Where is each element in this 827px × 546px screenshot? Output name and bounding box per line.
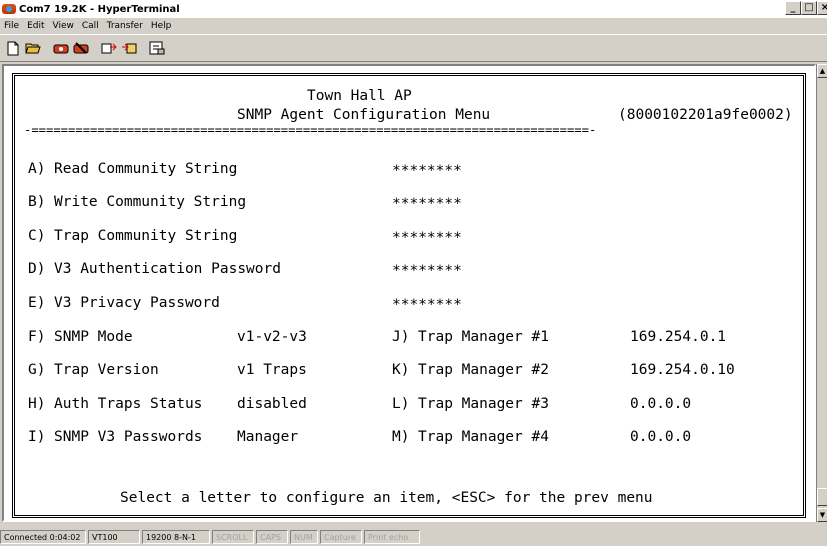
snmp-v3-passwords-value: Manager [237,429,299,445]
menu-option-key-e[interactable]: E) [28,295,45,311]
menu-option-key-h[interactable]: H) [28,396,45,412]
status-capture: Capture [320,530,362,544]
new-button[interactable] [3,38,23,58]
terminal-engine-id: (8000102201a9fe0002) [618,107,793,123]
menu-option-write-community[interactable]: Write Community String [54,194,246,210]
status-num: NUM [290,530,318,544]
terminal-footer-prompt: Select a letter to configure an item, <E… [120,490,653,506]
status-caps: CAPS [256,530,288,544]
terminal-device-name: Town Hall AP [307,88,412,104]
minimize-button[interactable]: _ [785,1,801,15]
snmp-mode-value: v1-v2-v3 [237,329,307,345]
hyperterminal-app-icon[interactable] [2,2,16,16]
terminal-window[interactable]: Town Hall AP SNMP Agent Configuration Me… [2,64,816,522]
send-button[interactable] [99,38,119,58]
menu-option-key-c[interactable]: C) [28,228,45,244]
open-icon [25,43,41,54]
menu-option-trap-manager-2[interactable]: Trap Manager #2 [418,362,549,378]
menu-option-snmp-v3-passwords[interactable]: SNMP V3 Passwords [54,429,202,445]
status-print-echo: Print echo [364,530,420,544]
trap-manager-2-value: 169.254.0.10 [630,362,735,378]
menu-option-key-i[interactable]: I) [28,429,45,445]
close-button[interactable]: × [817,1,827,15]
status-bar: Connected 0:04:02 VT100 19200 8-N-1 SCRO… [0,528,827,546]
menu-option-key-d[interactable]: D) [28,261,45,277]
menu-view[interactable]: View [49,21,78,31]
title-bar: Com7 19.2K - HyperTerminal _ □ × [0,0,827,18]
send-icon [101,43,117,54]
menu-option-v3-privacy-password[interactable]: V3 Privacy Password [54,295,220,311]
scroll-down-arrow-icon[interactable]: ▼ [817,508,827,522]
disconnect-icon [73,42,89,54]
menu-help[interactable]: Help [147,21,176,31]
menu-option-trap-version[interactable]: Trap Version [54,362,159,378]
trap-manager-1-value: 169.254.0.1 [630,329,727,345]
menu-option-trap-manager-3[interactable]: Trap Manager #3 [418,396,549,412]
receive-button[interactable] [119,38,139,58]
terminal-menu-title: SNMP Agent Configuration Menu [237,107,491,123]
menu-edit[interactable]: Edit [23,21,48,31]
menu-option-trap-manager-1[interactable]: Trap Manager #1 [418,329,549,345]
menu-option-snmp-mode[interactable]: SNMP Mode [54,329,133,345]
menu-option-v3-auth-password[interactable]: V3 Authentication Password [54,261,281,277]
window-title: Com7 19.2K - HyperTerminal [19,3,180,15]
menu-option-key-m[interactable]: M) [392,429,409,445]
menu-option-key-l[interactable]: L) [392,396,409,412]
connect-button[interactable] [51,38,71,58]
menu-transfer[interactable]: Transfer [103,21,147,31]
trap-community-value: ******** [392,230,462,246]
menu-option-key-k[interactable]: K) [392,362,409,378]
open-button[interactable] [23,38,43,58]
receive-icon [122,43,137,54]
terminal-divider: -=======================================… [24,123,597,137]
vertical-scrollbar[interactable]: ▲ ▼ [816,64,827,522]
status-connected-time: Connected 0:04:02 [0,530,86,544]
v3-privacy-password-value: ******** [392,297,462,313]
scrollbar-thumb[interactable] [817,488,827,506]
status-emulation: VT100 [88,530,140,544]
new-icon [7,41,19,55]
v3-auth-password-value: ******** [392,263,462,279]
status-port-settings: 19200 8-N-1 [142,530,210,544]
menu-file[interactable]: File [0,21,23,31]
disconnect-button[interactable] [71,38,91,58]
scroll-up-arrow-icon[interactable]: ▲ [817,64,827,78]
menu-option-key-a[interactable]: A) [28,161,45,177]
menu-option-auth-traps-status[interactable]: Auth Traps Status [54,396,202,412]
properties-button[interactable] [147,38,167,58]
menu-option-trap-community[interactable]: Trap Community String [54,228,237,244]
menu-option-key-b[interactable]: B) [28,194,45,210]
menu-option-key-g[interactable]: G) [28,362,45,378]
read-community-value: ******** [392,163,462,179]
menu-option-key-j[interactable]: J) [392,329,409,345]
menu-option-read-community[interactable]: Read Community String [54,161,237,177]
menu-bar: File Edit View Call Transfer Help [0,18,175,34]
status-scroll: SCROLL [212,530,254,544]
menu-option-key-f[interactable]: F) [28,329,45,345]
connect-icon [53,44,69,54]
menu-call[interactable]: Call [78,21,103,31]
write-community-value: ******** [392,196,462,212]
trap-manager-4-value: 0.0.0.0 [630,429,692,445]
trap-version-value: v1 Traps [237,362,307,378]
toolbar [0,34,827,62]
auth-traps-status-value: disabled [237,396,307,412]
trap-manager-3-value: 0.0.0.0 [630,396,692,412]
maximize-button[interactable]: □ [801,1,817,15]
properties-icon [149,41,165,55]
menu-option-trap-manager-4[interactable]: Trap Manager #4 [418,429,549,445]
